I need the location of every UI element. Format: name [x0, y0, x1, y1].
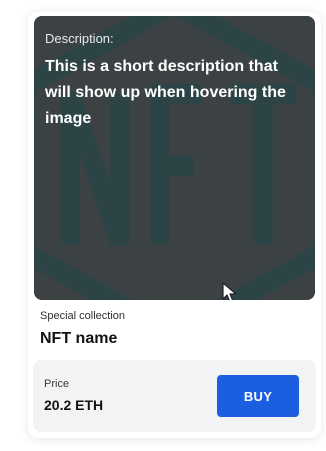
price-value: 20.2 ETH	[44, 397, 104, 413]
buy-button[interactable]: BUY	[217, 375, 299, 417]
description-text: This is a short description that will sh…	[45, 58, 286, 127]
nft-title: NFT name	[40, 330, 118, 347]
price-label: Price	[44, 378, 70, 390]
description-overlay: Description: This is a short description…	[34, 16, 315, 300]
collection-name: Special collection	[40, 310, 125, 322]
nft-image[interactable]: Description: This is a short description…	[34, 16, 315, 300]
nft-card: Description: This is a short description…	[28, 12, 321, 438]
mouse-pointer-icon	[222, 282, 237, 300]
price-panel: Price 20.2 ETH BUY	[33, 360, 316, 432]
description-label: Description:	[45, 31, 114, 46]
